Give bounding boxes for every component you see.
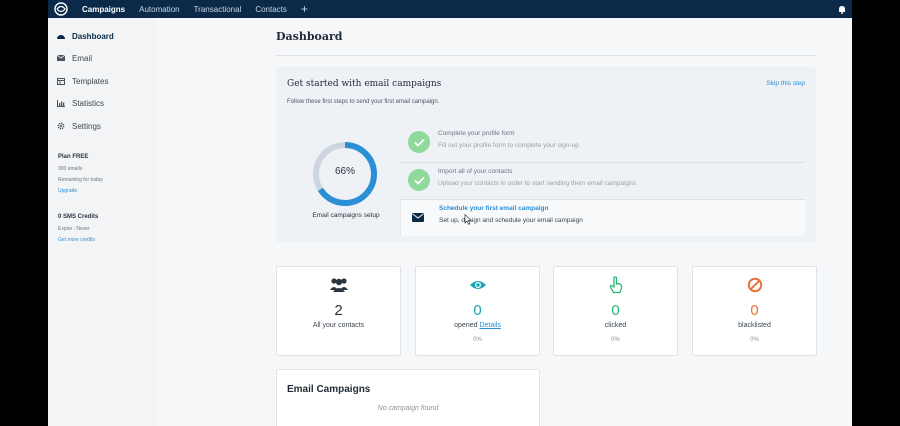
stat-card-opened[interactable]: 0 opened Details 0% (415, 266, 540, 356)
getting-started-card: Get started with email campaigns Follow … (276, 67, 816, 242)
sidebar-item-label: Email (72, 53, 93, 63)
sidebar-item-label: Statistics (72, 98, 105, 108)
mail-icon (56, 53, 66, 63)
progress-percent: 66% (334, 166, 355, 177)
plan-title: Plan FREE (58, 154, 89, 160)
envelope-icon (411, 210, 425, 224)
email-campaigns-card: Email Campaigns No campaign found (276, 369, 540, 426)
stat-label: clicked (604, 322, 627, 329)
stat-value: 0 (473, 302, 482, 319)
stat-label-row: opened Details (416, 322, 539, 329)
top-navigation: Campaigns Automation Transactional Conta… (48, 0, 852, 18)
sidebar-item-templates[interactable]: Templates (56, 74, 108, 88)
step-complete-profile[interactable]: Complete your profile form Fill out your… (400, 125, 805, 161)
step-title: Import all of your contacts (438, 168, 513, 175)
nav-transactional[interactable]: Transactional (194, 5, 242, 14)
stat-label: blacklisted (738, 322, 771, 329)
step-import-contacts[interactable]: Import all of your contacts Upload your … (400, 163, 805, 199)
page-title: Dashboard (276, 30, 343, 43)
nav-add-button[interactable]: + (301, 3, 308, 15)
check-icon (408, 131, 430, 153)
stat-card-clicked[interactable]: 0 clicked 0% (553, 266, 678, 356)
stat-card-contacts[interactable]: 2 All your contacts (276, 266, 401, 356)
getting-started-title: Get started with email campaigns (287, 79, 442, 89)
pointer-hand-icon (554, 276, 677, 294)
details-link[interactable]: Details (479, 322, 500, 329)
step-description: Fill out your profile form to complete y… (438, 142, 579, 149)
sidebar: Dashboard Email Templates Statistics Set… (48, 18, 155, 426)
stat-value: 2 (334, 302, 343, 319)
stat-percent: 0% (750, 337, 759, 343)
check-icon (408, 169, 430, 191)
sms-expire: Expire : Never (58, 226, 90, 232)
plan-remaining: Remaining for today (58, 177, 103, 183)
brand-logo-icon[interactable] (50, 0, 72, 18)
blocked-icon (693, 276, 816, 294)
statistics-icon (56, 98, 66, 108)
step-description: Upload your contacts in order to start s… (438, 180, 636, 187)
step-title[interactable]: Schedule your first email campaign (439, 205, 548, 212)
gear-icon (56, 121, 66, 131)
sidebar-item-statistics[interactable]: Statistics (56, 96, 104, 110)
sidebar-item-label: Settings (72, 121, 101, 131)
empty-state-text: No campaign found (377, 405, 439, 412)
step-description: Set up, design and schedule your email c… (439, 217, 583, 224)
dashboard-icon (56, 31, 66, 41)
step-schedule-campaign[interactable]: Schedule your first email campaign Set u… (400, 200, 805, 236)
get-more-credits-link[interactable]: Get more credits (58, 237, 95, 243)
sidebar-item-dashboard[interactable]: Dashboard (56, 29, 114, 43)
sidebar-item-settings[interactable]: Settings (56, 119, 101, 133)
sidebar-item-label: Dashboard (72, 31, 114, 41)
nav-contacts[interactable]: Contacts (255, 5, 287, 14)
bell-icon[interactable] (836, 2, 848, 16)
nav-campaigns[interactable]: Campaigns (82, 5, 125, 14)
stat-percent: 0% (611, 337, 620, 343)
sms-credits-title: 0 SMS Credits (58, 214, 99, 220)
eye-icon (416, 276, 539, 294)
stat-card-blacklisted[interactable]: 0 blacklisted 0% (692, 266, 817, 356)
stat-percent: 0% (473, 337, 482, 343)
stat-label: opened (454, 322, 478, 329)
stat-label: All your contacts (312, 322, 365, 329)
progress-caption: Email campaigns setup (312, 212, 380, 219)
sidebar-item-label: Templates (72, 76, 109, 86)
title-divider (276, 55, 816, 56)
upgrade-link[interactable]: Upgrade (58, 188, 77, 194)
nav-automation[interactable]: Automation (139, 5, 179, 14)
getting-started-subtitle: Follow these first steps to send your fi… (287, 99, 440, 105)
mouse-pointer-icon (464, 214, 472, 225)
email-campaigns-title: Email Campaigns (287, 384, 371, 395)
templates-icon (56, 76, 66, 86)
step-title: Complete your profile form (438, 130, 515, 137)
plan-emails: 300 emails (58, 166, 83, 172)
stat-value: 0 (611, 302, 620, 319)
stat-value: 0 (750, 302, 759, 319)
contacts-icon (277, 276, 400, 294)
sidebar-item-email[interactable]: Email (56, 51, 92, 65)
app-frame: Campaigns Automation Transactional Conta… (48, 0, 852, 426)
skip-step-link[interactable]: Skip this step (766, 80, 805, 87)
